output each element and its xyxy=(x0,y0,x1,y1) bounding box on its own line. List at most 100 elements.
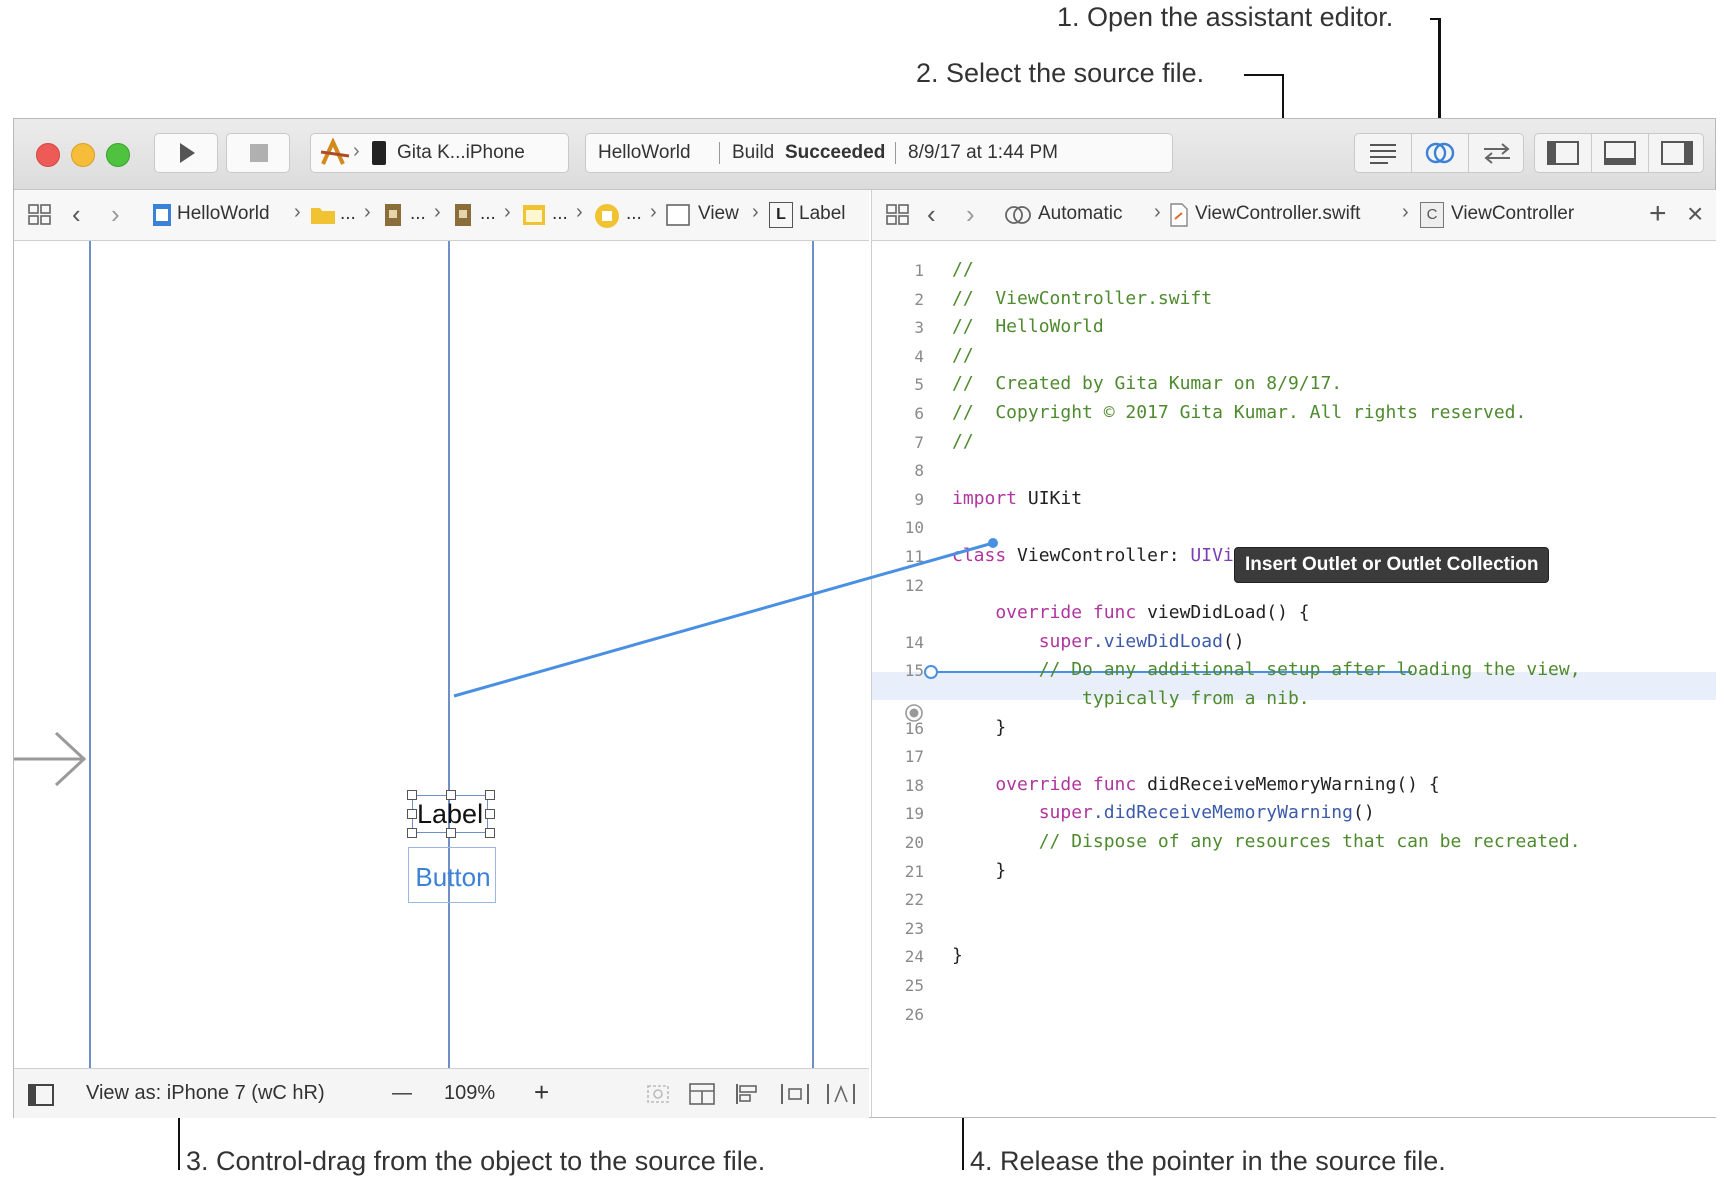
resize-handle[interactable] xyxy=(407,809,417,819)
back-arrow-icon[interactable]: ‹ xyxy=(927,199,936,230)
swift-file-icon xyxy=(1170,203,1188,227)
jump-bar-automatic[interactable]: Automatic xyxy=(1038,203,1122,225)
zoom-in-button[interactable]: + xyxy=(534,1077,549,1108)
jump-bar-view[interactable]: View xyxy=(698,203,739,225)
assistant-editor-button[interactable] xyxy=(1412,134,1468,172)
standard-editor-button[interactable] xyxy=(1355,134,1411,172)
code-line[interactable]: super.viewDidLoad() xyxy=(952,631,1245,652)
jump-bar-project[interactable]: HelloWorld xyxy=(177,203,270,225)
line-number: 17 xyxy=(904,747,924,766)
code-line[interactable]: import UIKit xyxy=(952,488,1082,509)
code-line[interactable]: } xyxy=(952,717,1006,738)
play-icon xyxy=(180,143,195,163)
toggle-navigator-button[interactable] xyxy=(1535,134,1591,172)
assistant-jump-bar: ‹ › Automatic › ViewController.swift › C… xyxy=(871,190,1716,241)
minimize-window-button[interactable] xyxy=(71,143,95,167)
chevron-right-icon: › xyxy=(752,201,759,223)
resize-handle[interactable] xyxy=(485,790,495,800)
document-outline-toggle-icon[interactable] xyxy=(28,1084,54,1106)
callout-step1: 1. Open the assistant editor. xyxy=(1057,2,1394,32)
scheme-selector[interactable]: › Gita K...iPhone xyxy=(310,133,569,173)
jump-bar-file[interactable]: ViewController.swift xyxy=(1195,203,1360,225)
code-line[interactable]: // HelloWorld xyxy=(952,316,1104,337)
storyboard-file-icon xyxy=(385,204,401,226)
related-items-grid-icon[interactable] xyxy=(28,204,52,226)
update-frames-icon[interactable] xyxy=(644,1082,672,1106)
add-constraints-icon[interactable] xyxy=(780,1082,810,1106)
forward-arrow-icon[interactable]: › xyxy=(966,199,975,230)
resize-handle[interactable] xyxy=(446,790,456,800)
folder-icon xyxy=(311,208,335,224)
view-as-device[interactable]: View as: iPhone 7 (wC hR) xyxy=(86,1082,325,1105)
code-line[interactable]: } xyxy=(952,860,1006,881)
zoom-window-button[interactable] xyxy=(106,143,130,167)
label-text: Label xyxy=(417,799,484,829)
callout-step2-leader-h xyxy=(1244,74,1284,76)
code-token: // Copyright © 2017 Gita Kumar. All righ… xyxy=(952,402,1527,423)
jump-bar-ellipsis[interactable]: ... xyxy=(626,203,642,225)
line-number: 24 xyxy=(904,947,924,966)
code-line[interactable]: // xyxy=(952,431,974,452)
forward-arrow-icon[interactable]: › xyxy=(111,199,120,230)
callout-step3: 3. Control-drag from the object to the s… xyxy=(186,1146,766,1176)
close-assistant-button[interactable]: × xyxy=(1687,198,1703,230)
line-number: 9 xyxy=(914,490,924,509)
status-divider xyxy=(719,142,720,164)
assistant-code-editor[interactable]: 1 // 2 // ViewController.swift 3 // HelloWorl… xyxy=(871,241,1716,1117)
line-number: 16 xyxy=(904,719,924,738)
code-line[interactable]: // ViewController.swift xyxy=(952,288,1212,309)
iphone-device-icon xyxy=(372,141,386,165)
run-button[interactable] xyxy=(154,133,218,173)
code-line[interactable]: // Do any additional setup after loading… xyxy=(952,659,1581,680)
related-items-grid-icon[interactable] xyxy=(886,204,910,226)
assistant-rings-icon xyxy=(1005,206,1031,224)
jump-bar-label[interactable]: Label xyxy=(799,203,846,225)
version-editor-button[interactable] xyxy=(1469,134,1525,172)
line-number: 4 xyxy=(914,347,924,366)
code-line[interactable]: // Copyright © 2017 Gita Kumar. All righ… xyxy=(952,402,1526,423)
resize-handle[interactable] xyxy=(446,828,456,838)
resolve-layout-issues-icon[interactable] xyxy=(826,1082,856,1106)
resize-handle[interactable] xyxy=(407,790,417,800)
add-assistant-button[interactable]: + xyxy=(1649,197,1667,231)
jump-bar-class[interactable]: ViewController xyxy=(1451,203,1574,225)
stop-button[interactable] xyxy=(226,133,290,173)
code-line[interactable]: // Dispose of any resources that can be … xyxy=(952,831,1581,852)
code-line[interactable]: override func didReceiveMemoryWarning() … xyxy=(952,774,1440,795)
storyboard-canvas[interactable]: Label Button xyxy=(14,241,869,1068)
callout-step2: 2. Select the source file. xyxy=(916,58,1205,88)
toggle-utilities-button[interactable] xyxy=(1649,134,1705,172)
code-line[interactable]: } xyxy=(952,945,963,966)
code-token: override func xyxy=(952,774,1137,795)
code-line[interactable]: override func viewDidLoad() { xyxy=(952,602,1309,623)
jump-bar-ellipsis[interactable]: ... xyxy=(552,203,568,225)
code-token: // HelloWorld xyxy=(952,316,1104,337)
resize-handle[interactable] xyxy=(485,828,495,838)
zoom-out-button[interactable]: — xyxy=(392,1082,412,1105)
code-line[interactable]: // Created by Gita Kumar on 8/9/17. xyxy=(952,373,1342,394)
code-line[interactable]: super.didReceiveMemoryWarning() xyxy=(952,802,1375,823)
resize-handle[interactable] xyxy=(485,809,495,819)
canvas-button[interactable]: Button xyxy=(408,847,496,903)
code-line[interactable]: // xyxy=(952,345,974,366)
view-icon xyxy=(666,204,690,226)
code-token: } xyxy=(952,717,1007,738)
chevron-right-icon: › xyxy=(1154,201,1161,223)
jump-bar-ellipsis[interactable]: ... xyxy=(480,203,496,225)
jump-bar-ellipsis[interactable]: ... xyxy=(410,203,426,225)
jump-bar-ellipsis[interactable]: ... xyxy=(340,203,356,225)
align-icon[interactable] xyxy=(734,1082,762,1106)
code-line[interactable]: // xyxy=(952,259,974,280)
embed-in-stack-icon[interactable] xyxy=(688,1082,716,1106)
chevron-right-icon: › xyxy=(650,201,657,223)
toggle-debug-area-button[interactable] xyxy=(1592,134,1648,172)
close-window-button[interactable] xyxy=(36,143,60,167)
align-lines-icon xyxy=(1370,144,1396,164)
left-panel-icon xyxy=(1547,141,1579,165)
scene-icon xyxy=(523,205,545,225)
resize-handle[interactable] xyxy=(407,828,417,838)
back-arrow-icon[interactable]: ‹ xyxy=(72,199,81,230)
code-line[interactable]: typically from a nib. xyxy=(952,688,1310,709)
activity-status-view: HelloWorld Build Succeeded 8/9/17 at 1:4… xyxy=(585,133,1173,173)
code-token: didReceiveMemoryWarning() { xyxy=(1136,774,1440,795)
